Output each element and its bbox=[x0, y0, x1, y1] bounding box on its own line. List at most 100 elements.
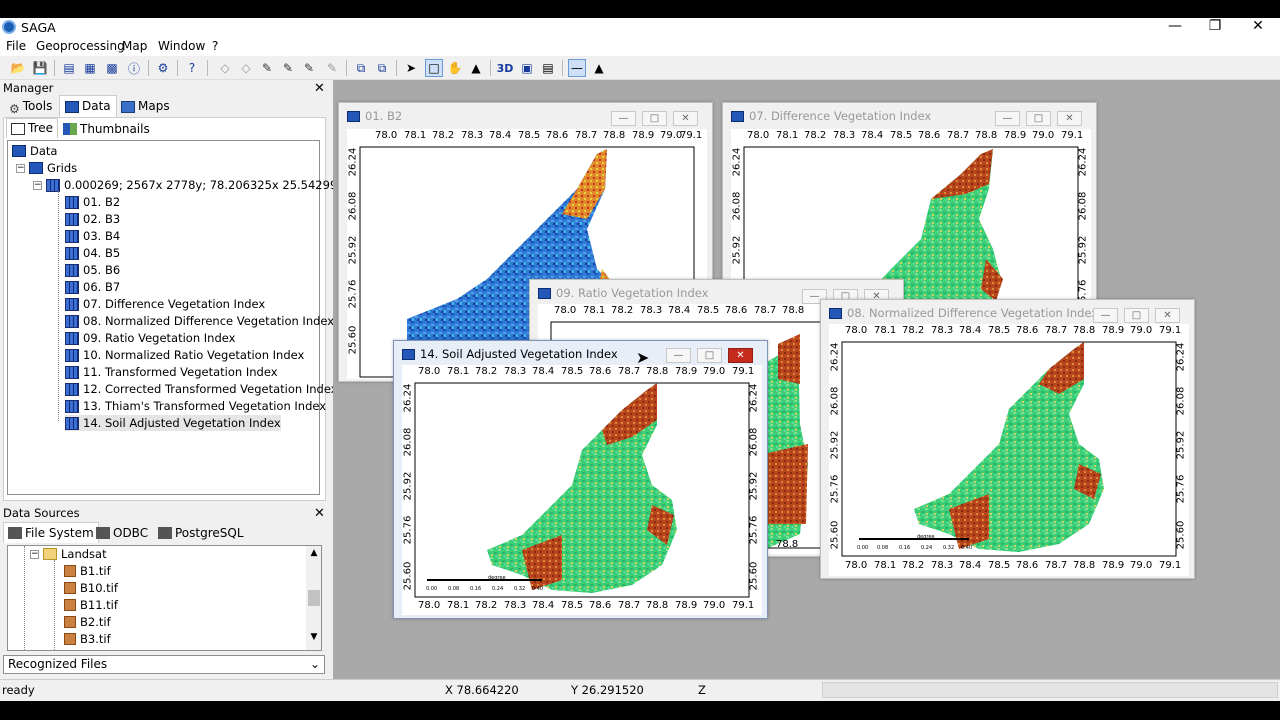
folder-icon bbox=[43, 548, 57, 560]
collapse-icon[interactable]: − bbox=[30, 549, 39, 559]
window-close-button[interactable]: ✕ bbox=[728, 348, 753, 363]
measure-icon[interactable]: ✎ bbox=[323, 59, 341, 77]
tree-item-b3[interactable]: 02. B3 bbox=[65, 211, 120, 227]
scale-label: 0.16 bbox=[899, 545, 911, 551]
window-maximize-button[interactable]: □ bbox=[642, 111, 667, 126]
window-minimize-button[interactable]: — bbox=[1093, 308, 1118, 323]
save-icon[interactable]: 💾 bbox=[31, 59, 49, 77]
map-canvas[interactable]: 78.0 78.1 78.2 78.3 78.4 78.5 78.6 78.7 … bbox=[829, 324, 1189, 576]
map-window-ndvi[interactable]: 08. Normalized Difference Vegetation Ind… bbox=[820, 299, 1195, 579]
close-icon[interactable]: ✕ bbox=[1238, 18, 1278, 37]
cross-section-icon[interactable]: — bbox=[568, 59, 586, 77]
tab-postgresql-label: PostgreSQL bbox=[175, 525, 244, 540]
properties-icon[interactable]: ▩ bbox=[103, 59, 121, 77]
3d-view-icon[interactable]: 3D bbox=[496, 59, 514, 77]
menu-map[interactable]: Map bbox=[122, 39, 147, 54]
tree-item-tvi[interactable]: 11. Transformed Vegetation Index bbox=[65, 364, 278, 380]
tree-grids[interactable]: − Grids bbox=[16, 160, 77, 176]
datasources-close-icon[interactable]: ✕ bbox=[314, 507, 325, 520]
profile-icon[interactable]: ▲ bbox=[467, 59, 485, 77]
tree-item-b6[interactable]: 05. B6 bbox=[65, 262, 120, 278]
file-item[interactable]: B11.tif bbox=[64, 597, 118, 613]
subtab-tree-label: Tree bbox=[28, 121, 54, 135]
tab-postgresql[interactable]: PostgreSQL bbox=[158, 524, 244, 542]
x-tick: 78.8 bbox=[646, 600, 669, 611]
table-icon[interactable]: ▤ bbox=[60, 59, 78, 77]
scroll-up-icon[interactable]: ▲ bbox=[306, 546, 321, 560]
window-minimize-button[interactable]: — bbox=[995, 111, 1020, 126]
scrollbar[interactable]: ▲ ▼ bbox=[306, 546, 321, 650]
menu-help[interactable]: ? bbox=[212, 39, 218, 54]
subtab-tree[interactable]: Tree bbox=[6, 118, 59, 138]
menu-geoprocessing[interactable]: Geoprocessing bbox=[36, 39, 125, 54]
zoom-in-icon[interactable]: ✎ bbox=[279, 59, 297, 77]
tree-item-ndvi[interactable]: 08. Normalized Difference Vegetation Ind… bbox=[65, 313, 334, 329]
map-canvas[interactable]: 78.0 78.1 78.2 78.3 78.4 78.5 78.6 78.7 … bbox=[731, 129, 1091, 308]
tree-root[interactable]: Data bbox=[12, 143, 57, 159]
file-item[interactable]: B3.tif bbox=[64, 631, 111, 647]
tree-item-dvi[interactable]: 07. Difference Vegetation Index bbox=[65, 296, 265, 312]
settings-icon[interactable]: ⚙ bbox=[154, 59, 172, 77]
select-icon[interactable]: ➤ bbox=[402, 59, 420, 77]
tab-data[interactable]: Data bbox=[59, 95, 117, 117]
menu-window[interactable]: Window bbox=[158, 39, 205, 54]
minimize-icon[interactable]: — bbox=[1155, 18, 1195, 37]
scroll-thumb[interactable] bbox=[308, 590, 320, 606]
map-window-savi[interactable]: 14. Soil Adjusted Vegetation Index 78.0 … bbox=[393, 340, 768, 619]
zoom-out-icon[interactable]: ✎ bbox=[300, 59, 318, 77]
hand-icon[interactable]: ✋ bbox=[446, 59, 464, 77]
tree-item-b4[interactable]: 03. B4 bbox=[65, 228, 120, 244]
map-canvas[interactable]: 78.0 78.1 78.2 78.3 78.4 78.5 78.6 78.7 … bbox=[402, 365, 762, 615]
scroll-down-icon[interactable]: ▼ bbox=[306, 630, 321, 644]
tree-item-nrvi[interactable]: 10. Normalized Ratio Vegetation Index bbox=[65, 347, 304, 363]
window-maximize-button[interactable]: □ bbox=[1124, 308, 1149, 323]
tree-item-ctvi[interactable]: 12. Corrected Transformed Vegetation Ind… bbox=[65, 381, 338, 397]
tree-item-b7[interactable]: 06. B7 bbox=[65, 279, 120, 295]
menu-file[interactable]: File bbox=[6, 39, 26, 54]
zoom-box-icon[interactable]: □ bbox=[425, 59, 443, 77]
sync-icon[interactable]: ⧉ bbox=[373, 59, 391, 77]
subtab-thumbnails[interactable]: Thumbnails bbox=[60, 120, 153, 138]
window-close-button[interactable]: ✕ bbox=[1155, 308, 1180, 323]
collapse-icon[interactable]: − bbox=[16, 163, 25, 173]
collapse-icon[interactable]: − bbox=[33, 180, 42, 190]
help-icon[interactable]: ? bbox=[183, 59, 201, 77]
window-title: 09. Ratio Vegetation Index bbox=[538, 286, 708, 300]
map-window-dvi[interactable]: 07. Difference Vegetation Index 78.0 78.… bbox=[722, 102, 1097, 308]
file-item[interactable]: B1.tif bbox=[64, 563, 111, 579]
window-minimize-button[interactable]: — bbox=[666, 348, 691, 363]
x-tick: 79.0 bbox=[1032, 130, 1055, 141]
layout-icon[interactable]: ▦ bbox=[81, 59, 99, 77]
image-icon[interactable]: ▣ bbox=[518, 59, 536, 77]
window-close-button[interactable]: ✕ bbox=[673, 111, 698, 126]
zoom-prev-icon[interactable]: ◇ bbox=[216, 59, 234, 77]
tree-grid-system[interactable]: − 0.000269; 2567x 2778y; 78.206325x 25.5… bbox=[33, 177, 351, 193]
tree-item-b2[interactable]: 01. B2 bbox=[65, 194, 120, 210]
tab-odbc[interactable]: ODBC bbox=[96, 524, 148, 542]
pan-icon[interactable]: ✎ bbox=[258, 59, 276, 77]
file-item[interactable]: B2.tif bbox=[64, 614, 111, 630]
window-minimize-button[interactable]: — bbox=[611, 111, 636, 126]
restore-icon[interactable]: ❐ bbox=[1195, 18, 1235, 37]
tree-item-savi[interactable]: 14. Soil Adjusted Vegetation Index bbox=[65, 415, 281, 431]
folder-landsat[interactable]: − Landsat bbox=[30, 546, 107, 562]
tree-item-ttvi[interactable]: 13. Thiam's Transformed Vegetation Index bbox=[65, 398, 326, 414]
tree-item-b5[interactable]: 04. B5 bbox=[65, 245, 120, 261]
tab-maps[interactable]: Maps bbox=[118, 97, 173, 116]
tab-file-system[interactable]: File System bbox=[3, 522, 99, 543]
manager-close-icon[interactable]: ✕ bbox=[314, 82, 325, 95]
zoom-next-icon[interactable]: ◇ bbox=[237, 59, 255, 77]
window-maximize-button[interactable]: □ bbox=[1026, 111, 1051, 126]
file-item[interactable]: B10.tif bbox=[64, 580, 118, 596]
north-icon[interactable]: ▲ bbox=[590, 59, 608, 77]
layout-print-icon[interactable]: ▤ bbox=[539, 59, 557, 77]
window-maximize-button[interactable]: □ bbox=[697, 348, 722, 363]
info-icon[interactable]: ⓘ bbox=[125, 59, 143, 77]
window-close-button[interactable]: ✕ bbox=[1057, 111, 1082, 126]
y-tick: 25.92 bbox=[1175, 430, 1187, 460]
file-filter-select[interactable]: Recognized Files ⌄ bbox=[3, 655, 325, 674]
tab-tools[interactable]: ⚙ Tools bbox=[6, 97, 55, 116]
open-icon[interactable]: 📂 bbox=[9, 59, 27, 77]
layers-icon[interactable]: ⧉ bbox=[352, 59, 370, 77]
tree-item-rvi[interactable]: 09. Ratio Vegetation Index bbox=[65, 330, 235, 346]
